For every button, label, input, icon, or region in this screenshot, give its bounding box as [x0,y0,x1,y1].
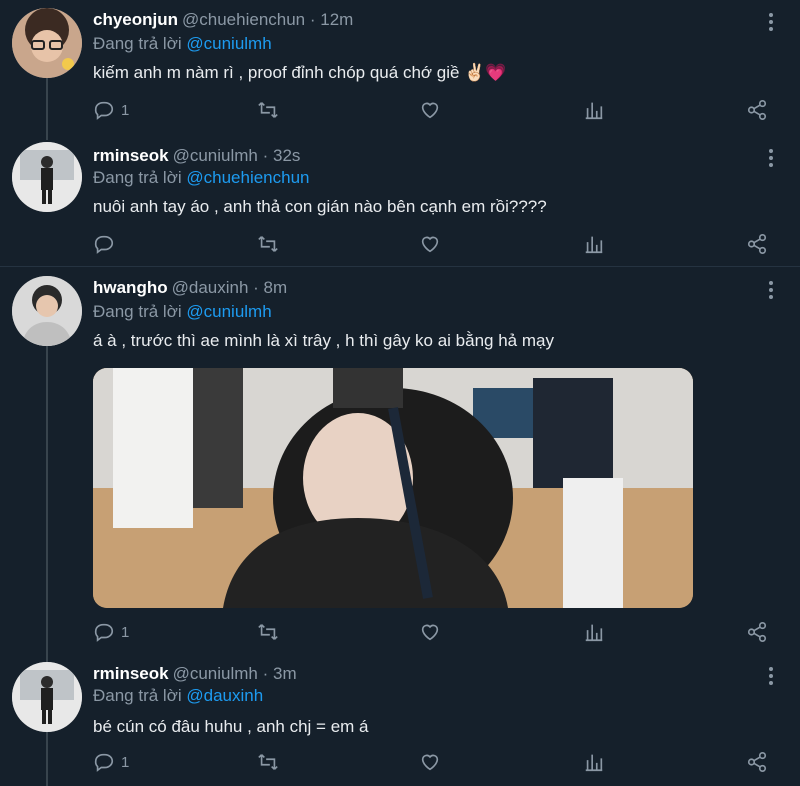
tweet-header: hwangho @dauxinh · 8m [93,278,287,298]
tweet-header: rminseok @cuniulmh · 3m [93,664,297,684]
heart-icon [421,624,439,641]
tweet-text: á à , trước thì ae mình là xì trây , h t… [93,331,554,350]
share-button[interactable] [746,98,768,122]
tweet-text: kiếm anh m nàm rì , proof đỉnh chóp quá … [93,63,507,82]
display-name[interactable]: rminseok [93,146,169,165]
like-button[interactable] [419,750,441,774]
stats-icon [585,236,603,254]
share-icon [747,100,767,120]
more-icon[interactable] [764,280,778,300]
retweet-button[interactable] [257,98,279,122]
reply-prefix: Đang trả lời [93,168,182,187]
share-button[interactable] [746,620,768,644]
reply-button[interactable]: 1 [93,620,129,644]
like-button[interactable] [419,98,441,122]
stats-button[interactable] [583,98,605,122]
reply-context: Đang trả lời @cuniulmh [93,34,272,54]
tweet[interactable]: rminseok @cuniulmh · 32s Đang trả lời @ch… [0,136,800,266]
reply-prefix: Đang trả lời [93,302,182,321]
heart-icon [421,236,439,253]
tweet[interactable]: hwangho @dauxinh · 8m Đang trả lời @cuniu… [0,268,800,652]
mention-link[interactable]: @dauxinh [186,686,263,705]
more-icon[interactable] [764,148,778,168]
mention-link[interactable]: @cuniulmh [186,34,271,53]
share-icon [747,752,767,772]
reply-count: 1 [121,623,130,641]
display-name[interactable]: chyeonjun [93,10,178,29]
stats-button[interactable] [583,750,605,774]
retweet-icon [258,754,278,770]
reply-icon [94,101,114,120]
mention-link[interactable]: @cuniulmh [186,302,271,321]
like-button[interactable] [419,232,441,256]
divider [0,266,800,267]
share-icon [747,234,767,254]
display-name[interactable]: rminseok [93,664,169,683]
reply-icon [94,753,114,772]
reply-count: 1 [121,101,130,119]
action-bar: 1 [93,98,773,122]
reply-context: Đang trả lời @cuniulmh [93,302,272,322]
tweet-text: nuôi anh tay áo , anh thả con gián nào b… [93,197,547,216]
retweet-button[interactable] [257,232,279,256]
retweet-icon [258,102,278,118]
user-handle: @cuniulmh · 3m [172,664,297,683]
mention-link[interactable]: @chuehienchun [186,168,309,187]
retweet-icon [258,236,278,252]
reply-icon [94,235,114,254]
action-bar: 1 [93,620,773,644]
reply-button[interactable]: 1 [93,750,129,774]
retweet-button[interactable] [257,620,279,644]
retweet-icon [258,624,278,640]
reply-count: 1 [121,753,130,771]
reply-prefix: Đang trả lời [93,34,182,53]
user-handle: @dauxinh · 8m [171,278,288,297]
tweet[interactable]: rminseok @cuniulmh · 3m Đang trả lời @dau… [0,654,800,786]
tweet-text: bé cún có đâu huhu , anh chj = em á [93,717,369,736]
share-button[interactable] [746,750,768,774]
reply-context: Đang trả lời @dauxinh [93,686,263,706]
display-name[interactable]: hwangho [93,278,168,297]
tweet[interactable]: chyeonjun @chuehienchun · 12m Đang trả lờ… [0,0,800,132]
stats-icon [585,102,603,120]
stats-button[interactable] [583,232,605,256]
avatar[interactable] [12,276,82,346]
reply-button[interactable] [93,232,121,256]
reply-icon [94,623,114,642]
tweet-header: chyeonjun @chuehienchun · 12m [93,10,353,30]
more-icon[interactable] [764,666,778,686]
user-handle: @chuehienchun · 12m [182,10,354,29]
action-bar [93,232,773,256]
avatar[interactable] [12,662,82,732]
share-button[interactable] [746,232,768,256]
like-button[interactable] [419,620,441,644]
stats-icon [585,754,603,772]
reply-context: Đang trả lời @chuehienchun [93,168,310,188]
media-image[interactable] [93,368,693,608]
avatar[interactable] [12,142,82,212]
tweet-header: rminseok @cuniulmh · 32s [93,146,300,166]
retweet-button[interactable] [257,750,279,774]
stats-button[interactable] [583,620,605,644]
reply-prefix: Đang trả lời [93,686,182,705]
heart-icon [421,102,439,119]
stats-icon [585,624,603,642]
heart-icon [421,754,439,771]
user-handle: @cuniulmh · 32s [172,146,301,165]
action-bar: 1 [93,750,773,774]
avatar[interactable] [12,8,82,78]
more-icon[interactable] [764,12,778,32]
reply-button[interactable]: 1 [93,98,129,122]
share-icon [747,622,767,642]
